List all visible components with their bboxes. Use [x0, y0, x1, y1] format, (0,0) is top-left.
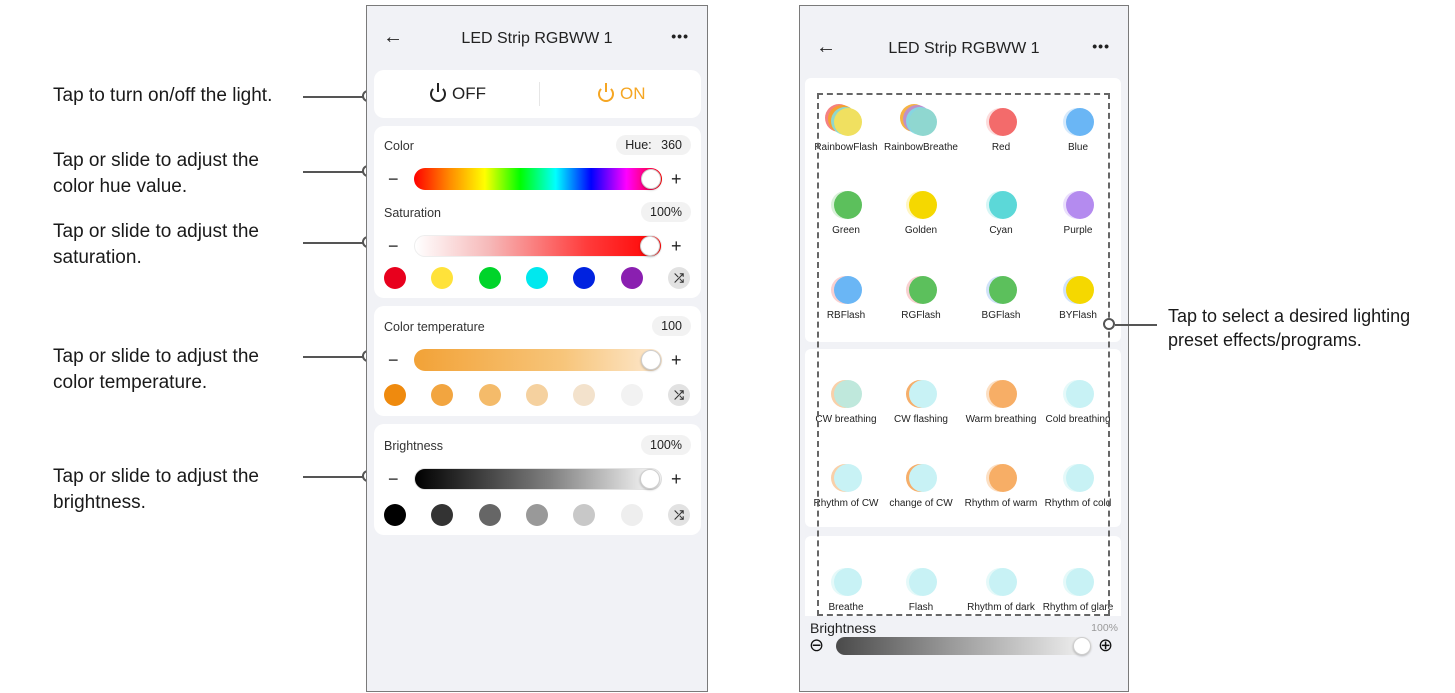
page-title: LED Strip RGBWW 1 — [888, 40, 1040, 57]
brightness-swatch[interactable] — [573, 504, 595, 526]
temperature-slider[interactable] — [414, 349, 662, 371]
temperature-swatch[interactable] — [431, 384, 453, 406]
power-icon — [598, 83, 614, 102]
leader-line — [303, 96, 363, 98]
hue-slider[interactable] — [414, 168, 662, 190]
annotation-hue: Tap or slide to adjust the color hue val… — [53, 148, 259, 200]
hue-minus-button[interactable]: − — [388, 170, 399, 188]
brightness-card: Brightness 100% − + ⤮ — [374, 424, 701, 535]
brightness-swatch[interactable] — [479, 504, 501, 526]
plus-circle-icon[interactable]: ⊕ — [1098, 636, 1113, 654]
power-off-button[interactable]: OFF — [430, 83, 486, 104]
power-on-button[interactable]: ON — [598, 83, 646, 104]
annotation-effects-line2: preset effects/programs. — [1168, 330, 1362, 350]
temperature-minus-button[interactable]: − — [388, 351, 399, 369]
annotation-brightness-line1: Tap or slide to adjust the — [53, 466, 259, 487]
saturation-slider-handle[interactable] — [640, 236, 660, 256]
annotation-temperature-line1: Tap or slide to adjust the — [53, 346, 259, 367]
annotation-brightness-line2: brightness. — [53, 492, 146, 513]
brightness-slider[interactable] — [414, 468, 662, 490]
temperature-swatch[interactable] — [621, 384, 643, 406]
shuffle-icon[interactable]: ⤮ — [668, 267, 690, 289]
effects-selection-outline — [817, 93, 1110, 616]
color-label: Color — [384, 139, 414, 153]
leader-line — [303, 476, 363, 478]
minus-circle-icon[interactable]: ⊖ — [809, 636, 824, 654]
temperature-label: Color temperature — [384, 320, 485, 334]
annotation-effects-line1: Tap to select a desired lighting — [1168, 306, 1411, 326]
temperature-swatch[interactable] — [384, 384, 406, 406]
power-off-label: OFF — [452, 84, 486, 103]
brightness-swatch[interactable] — [431, 504, 453, 526]
annotation-hue-line1: Tap or slide to adjust the — [53, 150, 259, 171]
phone-screen-controls: ← LED Strip RGBWW 1 ••• OFF ON Color Hue… — [366, 5, 708, 692]
hue-value: 360 — [661, 138, 682, 152]
brightness-swatch[interactable] — [621, 504, 643, 526]
temperature-plus-button[interactable]: + — [671, 351, 682, 369]
brightness-swatch[interactable] — [526, 504, 548, 526]
annotation-saturation-line1: Tap or slide to adjust the — [53, 221, 259, 242]
saturation-slider[interactable] — [414, 235, 662, 257]
brightness-value[interactable]: 100% — [641, 435, 691, 455]
color-swatch[interactable] — [479, 267, 501, 289]
power-card: OFF ON — [374, 70, 701, 118]
brightness-swatch[interactable] — [384, 504, 406, 526]
power-on-label: ON — [620, 84, 646, 103]
more-dots-icon[interactable]: ••• — [671, 28, 689, 44]
color-swatch[interactable] — [384, 267, 406, 289]
temperature-value[interactable]: 100 — [652, 316, 691, 336]
annotation-saturation: Tap or slide to adjust the saturation. — [53, 219, 259, 271]
temperature-slider-handle[interactable] — [641, 350, 661, 370]
saturation-value[interactable]: 100% — [641, 202, 691, 222]
color-swatch[interactable] — [573, 267, 595, 289]
hue-label: Hue: — [625, 138, 652, 152]
bottom-brightness-value: 100% — [1091, 622, 1118, 634]
annotation-effects: Tap to select a desired lighting preset … — [1168, 304, 1410, 352]
more-dots-icon[interactable]: ••• — [1092, 38, 1110, 54]
saturation-label: Saturation — [384, 206, 441, 220]
power-icon — [430, 83, 446, 102]
page-title: LED Strip RGBWW 1 — [461, 30, 613, 47]
annotation-temperature-line2: color temperature. — [53, 372, 208, 393]
temperature-swatch[interactable] — [526, 384, 548, 406]
temperature-swatch[interactable] — [573, 384, 595, 406]
brightness-minus-button[interactable]: − — [388, 470, 399, 488]
brightness-label: Brightness — [384, 439, 444, 453]
annotation-hue-line2: color hue value. — [53, 176, 188, 197]
leader-line — [303, 242, 363, 244]
bottom-brightness-slider[interactable] — [836, 637, 1092, 655]
phone-screen-effects: ← LED Strip RGBWW 1 ••• RainbowFlash Rain… — [799, 5, 1129, 692]
app-header: ← LED Strip RGBWW 1 ••• — [800, 6, 1128, 74]
brightness-slider-handle[interactable] — [640, 469, 660, 489]
app-header: ← LED Strip RGBWW 1 ••• — [367, 6, 707, 68]
color-swatch[interactable] — [431, 267, 453, 289]
divider — [539, 82, 540, 106]
temperature-swatch[interactable] — [479, 384, 501, 406]
annotation-power: Tap to turn on/off the light. — [53, 85, 273, 106]
hue-slider-handle[interactable] — [641, 169, 661, 189]
hue-value-box[interactable]: Hue: 360 — [616, 135, 691, 155]
saturation-minus-button[interactable]: − — [388, 237, 399, 255]
leader-line — [303, 356, 363, 358]
color-card: Color Hue: 360 − + Saturation 100% − + ⤮ — [374, 126, 701, 298]
leader-line — [1115, 324, 1157, 326]
bottom-brightness-slider-handle[interactable] — [1073, 637, 1091, 655]
shuffle-icon[interactable]: ⤮ — [668, 504, 690, 526]
shuffle-icon[interactable]: ⤮ — [668, 384, 690, 406]
annotation-saturation-line2: saturation. — [53, 247, 142, 268]
saturation-plus-button[interactable]: + — [671, 237, 682, 255]
annotation-brightness: Tap or slide to adjust the brightness. — [53, 464, 259, 516]
leader-line — [303, 171, 363, 173]
annotation-temperature: Tap or slide to adjust the color tempera… — [53, 344, 259, 396]
color-swatch[interactable] — [526, 267, 548, 289]
temperature-card: Color temperature 100 − + ⤮ — [374, 306, 701, 416]
leader-dot — [1103, 318, 1115, 330]
color-swatch[interactable] — [621, 267, 643, 289]
hue-plus-button[interactable]: + — [671, 170, 682, 188]
bottom-brightness-label: Brightness — [810, 620, 877, 636]
brightness-plus-button[interactable]: + — [671, 470, 682, 488]
